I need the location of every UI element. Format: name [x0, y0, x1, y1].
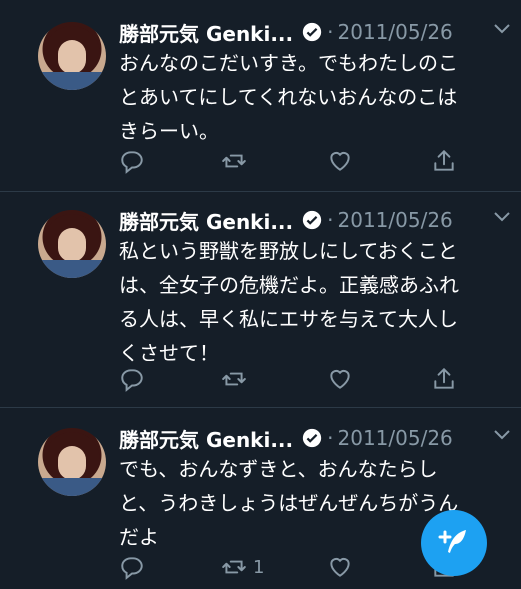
tweet-text-line: る人は、早く私にエサを与えて大人し: [119, 307, 458, 331]
tweet[interactable]: 勝部元気 Genki... · 2011/05/26 おんなのこだいすき。でもわ…: [0, 0, 521, 192]
tweet-text-line: きらーい。: [119, 119, 219, 143]
compose-tweet-button[interactable]: [421, 510, 487, 576]
tweet-date[interactable]: 2011/05/26: [338, 208, 453, 232]
user-name[interactable]: 勝部元気 Genki...: [119, 206, 293, 235]
tweet-text: おんなのこだいすき。でもわたしのこ とあいてにしてくれないおんなのこは きらーい…: [119, 46, 499, 148]
tweet-actions: [119, 148, 469, 174]
retweet-icon: [222, 154, 246, 168]
tweet-text-line: は、全女子の危機だよ。正義感あふれ: [119, 273, 459, 297]
retweet-icon: [222, 560, 246, 574]
separator-dot: ·: [327, 426, 334, 450]
verified-badge-icon: [302, 22, 322, 42]
reply-button[interactable]: [119, 554, 145, 580]
tweet-actions: 1: [119, 554, 469, 580]
retweet-button[interactable]: 1: [221, 554, 264, 580]
tweet-text-line: 私という野獣を野放しにしておくこと: [119, 239, 458, 263]
verified-badge-icon: [302, 428, 322, 448]
tweet-actions: [119, 366, 469, 392]
retweet-icon: [222, 372, 246, 386]
reply-button[interactable]: [119, 148, 145, 174]
retweet-button[interactable]: [221, 366, 253, 392]
like-button[interactable]: [327, 148, 353, 174]
tweet[interactable]: 勝部元気 Genki... · 2011/05/26 私という野獣を野放しにして…: [0, 192, 521, 408]
like-button[interactable]: [327, 366, 353, 392]
heart-icon: [330, 557, 350, 577]
tweet-text-line: でも、おんなずきと、おんなたらし: [119, 457, 438, 481]
share-icon: [434, 367, 454, 389]
chevron-down-icon[interactable]: [493, 22, 511, 36]
user-name[interactable]: 勝部元気 Genki...: [119, 424, 293, 453]
heart-icon: [330, 369, 350, 389]
tweet-date[interactable]: 2011/05/26: [338, 426, 453, 450]
tweet-date[interactable]: 2011/05/26: [338, 20, 453, 44]
avatar[interactable]: [38, 22, 106, 90]
retweet-count: 1: [253, 556, 265, 578]
avatar[interactable]: [38, 428, 106, 496]
tweet-header: 勝部元気 Genki... · 2011/05/26: [119, 206, 511, 235]
reply-button[interactable]: [119, 366, 145, 392]
avatar[interactable]: [38, 210, 106, 278]
share-button[interactable]: [431, 366, 457, 392]
separator-dot: ·: [327, 208, 334, 232]
reply-icon: [121, 369, 143, 392]
share-icon: [434, 149, 454, 171]
verified-badge-icon: [302, 210, 322, 230]
tweet-text-line: とあいてにしてくれないおんなのこは: [119, 85, 458, 109]
chevron-down-icon[interactable]: [493, 210, 511, 224]
heart-icon: [330, 151, 350, 171]
tweet-header: 勝部元気 Genki... · 2011/05/26: [119, 18, 511, 47]
tweet-text-line: おんなのこだいすき。でもわたしのこ: [119, 51, 458, 75]
chevron-down-icon[interactable]: [493, 428, 511, 442]
retweet-button[interactable]: [221, 148, 253, 174]
reply-icon: [121, 557, 143, 580]
tweet-header: 勝部元気 Genki... · 2011/05/26: [119, 424, 511, 453]
tweet-text: 私という野獣を野放しにしておくこと は、全女子の危機だよ。正義感あふれ る人は、…: [119, 234, 499, 370]
user-name[interactable]: 勝部元気 Genki...: [119, 18, 293, 47]
reply-icon: [121, 151, 143, 174]
like-button[interactable]: [327, 554, 353, 580]
share-button[interactable]: [431, 148, 457, 174]
compose-tweet-icon: [438, 530, 466, 553]
separator-dot: ·: [327, 20, 334, 44]
tweet-text-line: くさせて！: [119, 341, 219, 365]
